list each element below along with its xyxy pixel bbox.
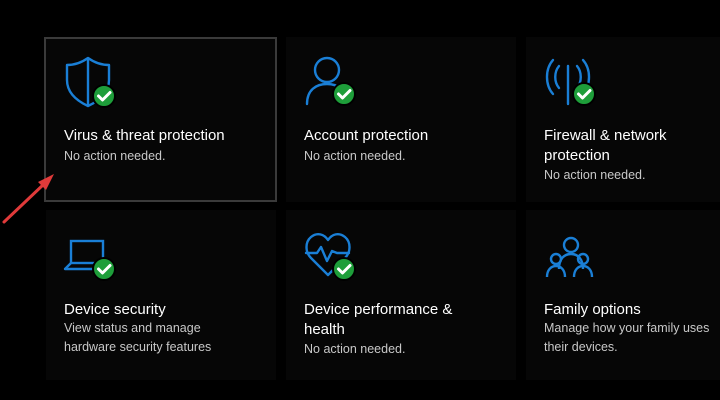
tile-account-protection[interactable]: Account protection No action needed. [286, 37, 516, 202]
tile-title: Family options [544, 301, 641, 318]
heart-pulse-check-icon [304, 232, 356, 281]
tile-title: Account protection [304, 127, 429, 144]
antenna-check-icon [545, 58, 596, 106]
tile-title: Firewall & network protection [544, 127, 667, 164]
annotation-arrow-icon [2, 174, 54, 224]
person-check-icon [305, 56, 356, 106]
tile-status: Manage how your family uses their device… [544, 321, 710, 354]
laptop-check-icon [63, 239, 116, 281]
tile-status: View status and manage hardware security… [64, 321, 212, 354]
tile-status: No action needed. [304, 342, 406, 356]
tile-firewall-network-protection[interactable]: Firewall & network protection No action … [526, 37, 720, 202]
security-dashboard: Virus & threat protection No action need… [0, 0, 720, 400]
tile-device-performance-health[interactable]: Device performance & health No action ne… [286, 210, 516, 380]
tile-title: Virus & threat protection [64, 127, 225, 144]
tile-status: No action needed. [304, 149, 406, 163]
family-icon [545, 236, 594, 278]
shield-check-icon [65, 56, 116, 108]
tile-status: No action needed. [64, 149, 166, 163]
tile-family-options[interactable]: Family options Manage how your family us… [526, 210, 720, 380]
tile-title: Device security [64, 301, 166, 318]
tile-status: No action needed. [544, 168, 646, 182]
tile-virus-threat-protection[interactable]: Virus & threat protection No action need… [44, 37, 277, 202]
tile-title: Device performance & health [304, 301, 453, 338]
tile-device-security[interactable]: Device security View status and manage h… [46, 210, 276, 380]
